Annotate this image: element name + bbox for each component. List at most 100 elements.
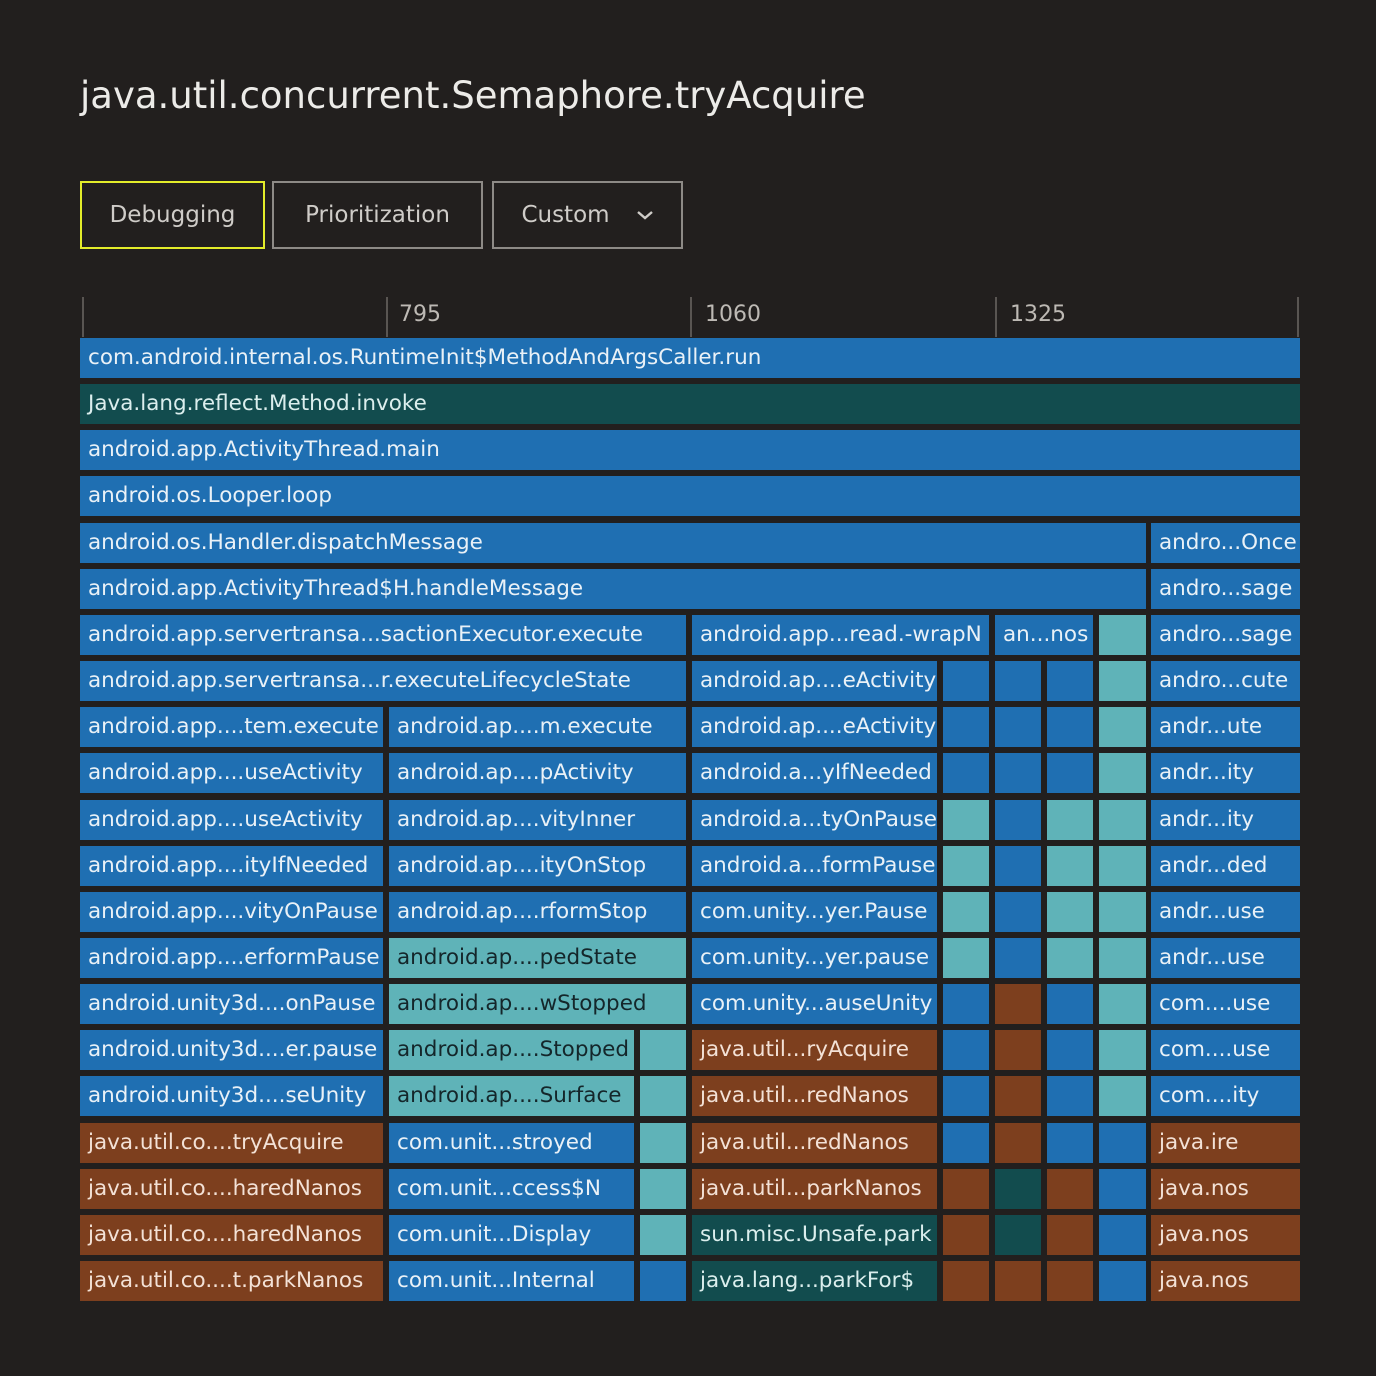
flame-frame-unlabeled[interactable] [1099, 800, 1146, 840]
flame-frame[interactable]: com.unit...Display [389, 1215, 634, 1255]
flame-frame[interactable]: java.util...ryAcquire [692, 1030, 937, 1070]
flame-frame-unlabeled[interactable] [1047, 846, 1093, 886]
flame-frame[interactable]: android.unity3d....onPause [80, 984, 383, 1024]
flame-frame[interactable]: java.lang...parkFor$ [692, 1261, 937, 1301]
flame-frame-unlabeled[interactable] [1099, 661, 1146, 701]
flame-frame[interactable]: com.unity...auseUnity [692, 984, 937, 1024]
flame-frame-unlabeled[interactable] [995, 707, 1041, 747]
flame-frame[interactable]: java.util.co....haredNanos [80, 1215, 383, 1255]
flame-frame-unlabeled[interactable] [1099, 938, 1146, 978]
flame-frame[interactable]: andro...Once [1151, 523, 1300, 563]
flame-frame[interactable]: java.util...redNanos [692, 1123, 937, 1163]
flame-frame-unlabeled[interactable] [943, 938, 989, 978]
flame-frame[interactable]: android.app.servertransa...r.executeLife… [80, 661, 686, 701]
flame-frame-unlabeled[interactable] [1099, 1076, 1146, 1116]
flame-frame-unlabeled[interactable] [1047, 984, 1093, 1024]
flame-frame[interactable]: android.os.Handler.dispatchMessage [80, 523, 1146, 563]
flame-frame-unlabeled[interactable] [995, 938, 1041, 978]
flame-frame[interactable]: android.app....useActivity [80, 800, 383, 840]
flame-frame-unlabeled[interactable] [1047, 1076, 1093, 1116]
flame-frame[interactable]: android.ap....pActivity [389, 753, 686, 793]
flame-frame[interactable]: Java.lang.reflect.Method.invoke [80, 384, 1300, 424]
flame-frame[interactable]: com....ity [1151, 1076, 1300, 1116]
flame-frame-unlabeled[interactable] [640, 1123, 686, 1163]
flame-frame[interactable]: android.ap....rformStop [389, 892, 686, 932]
flame-frame-unlabeled[interactable] [995, 846, 1041, 886]
flame-frame-unlabeled[interactable] [1099, 1261, 1146, 1301]
flame-frame[interactable]: com....use [1151, 984, 1300, 1024]
flame-frame[interactable]: android.app....vityOnPause [80, 892, 383, 932]
flame-frame-unlabeled[interactable] [1047, 1215, 1093, 1255]
flame-frame-unlabeled[interactable] [1047, 1169, 1093, 1209]
flame-frame-unlabeled[interactable] [943, 846, 989, 886]
flame-frame-unlabeled[interactable] [1099, 892, 1146, 932]
flame-frame-unlabeled[interactable] [943, 661, 989, 701]
flame-frame[interactable]: android.a...yIfNeeded [692, 753, 937, 793]
flame-frame[interactable]: android.app....erformPause [80, 938, 383, 978]
flame-frame[interactable]: andro...sage [1151, 569, 1300, 609]
flame-frame-unlabeled[interactable] [1047, 707, 1093, 747]
flame-frame-unlabeled[interactable] [995, 1169, 1041, 1209]
flame-frame-unlabeled[interactable] [995, 984, 1041, 1024]
flame-frame-unlabeled[interactable] [1047, 938, 1093, 978]
flame-frame-unlabeled[interactable] [1099, 984, 1146, 1024]
flame-frame[interactable]: android.unity3d....seUnity [80, 1076, 383, 1116]
flame-frame[interactable]: andr...use [1151, 892, 1300, 932]
flame-frame[interactable]: android.app....tem.execute [80, 707, 383, 747]
flame-frame-unlabeled[interactable] [995, 1076, 1041, 1116]
flame-frame[interactable]: java.nos [1151, 1169, 1300, 1209]
flame-frame[interactable]: android.app...read.-wrapN [692, 615, 989, 655]
flame-frame-unlabeled[interactable] [1099, 1215, 1146, 1255]
flame-frame-unlabeled[interactable] [943, 1215, 989, 1255]
flame-frame[interactable]: android.app.ActivityThread$H.handleMessa… [80, 569, 1146, 609]
flame-frame-unlabeled[interactable] [1099, 1169, 1146, 1209]
flame-frame[interactable]: andr...ity [1151, 800, 1300, 840]
flame-frame[interactable]: android.app.ActivityThread.main [80, 430, 1300, 470]
flame-frame-unlabeled[interactable] [1099, 707, 1146, 747]
flame-frame[interactable]: android.app....useActivity [80, 753, 383, 793]
flame-frame-unlabeled[interactable] [1047, 1123, 1093, 1163]
flame-frame[interactable]: android.ap....vityInner [389, 800, 686, 840]
flame-frame-unlabeled[interactable] [943, 1261, 989, 1301]
flame-frame-unlabeled[interactable] [1099, 1030, 1146, 1070]
flame-frame-unlabeled[interactable] [1047, 1261, 1093, 1301]
flame-frame-unlabeled[interactable] [943, 892, 989, 932]
flame-frame-unlabeled[interactable] [943, 1169, 989, 1209]
flame-frame[interactable]: andr...use [1151, 938, 1300, 978]
custom-dropdown[interactable]: Custom [492, 181, 683, 249]
flame-frame-unlabeled[interactable] [943, 707, 989, 747]
flame-frame-unlabeled[interactable] [995, 1123, 1041, 1163]
flame-frame[interactable]: java.nos [1151, 1261, 1300, 1301]
flame-frame[interactable]: android.ap....Surface [389, 1076, 634, 1116]
flame-frame[interactable]: java.util.co....t.parkNanos [80, 1261, 383, 1301]
flame-frame-unlabeled[interactable] [1047, 892, 1093, 932]
flame-frame[interactable]: com.unity...yer.pause [692, 938, 937, 978]
flame-frame[interactable]: com.unity...yer.Pause [692, 892, 937, 932]
flame-frame-unlabeled[interactable] [943, 800, 989, 840]
flame-frame-unlabeled[interactable] [995, 1261, 1041, 1301]
flame-frame-unlabeled[interactable] [640, 1215, 686, 1255]
flame-frame-unlabeled[interactable] [995, 661, 1041, 701]
flame-frame-unlabeled[interactable] [1099, 615, 1146, 655]
flame-frame[interactable]: com.unit...stroyed [389, 1123, 634, 1163]
flame-frame-unlabeled[interactable] [995, 892, 1041, 932]
flame-frame[interactable]: android.app.servertransa...sactionExecut… [80, 615, 686, 655]
flame-frame-unlabeled[interactable] [1099, 846, 1146, 886]
flame-frame[interactable]: android.ap....ityOnStop [389, 846, 686, 886]
flame-frame[interactable]: java.util...redNanos [692, 1076, 937, 1116]
flame-frame[interactable]: sun.misc.Unsafe.park [692, 1215, 937, 1255]
flame-frame[interactable]: andr...ity [1151, 753, 1300, 793]
flame-frame-unlabeled[interactable] [640, 1169, 686, 1209]
flame-frame[interactable]: com.unit...ccess$N [389, 1169, 634, 1209]
flame-frame-unlabeled[interactable] [995, 1030, 1041, 1070]
flame-frame[interactable]: andr...ded [1151, 846, 1300, 886]
flame-frame-unlabeled[interactable] [943, 1030, 989, 1070]
tab-debugging[interactable]: Debugging [80, 181, 265, 249]
flame-frame[interactable]: java.util.co....tryAcquire [80, 1123, 383, 1163]
flame-frame[interactable]: java.ire [1151, 1123, 1300, 1163]
flame-frame-unlabeled[interactable] [1047, 661, 1093, 701]
flame-frame-unlabeled[interactable] [640, 1261, 686, 1301]
flame-frame-unlabeled[interactable] [1047, 800, 1093, 840]
flame-frame-unlabeled[interactable] [1099, 753, 1146, 793]
flame-frame[interactable]: android.ap....pedState [389, 938, 686, 978]
